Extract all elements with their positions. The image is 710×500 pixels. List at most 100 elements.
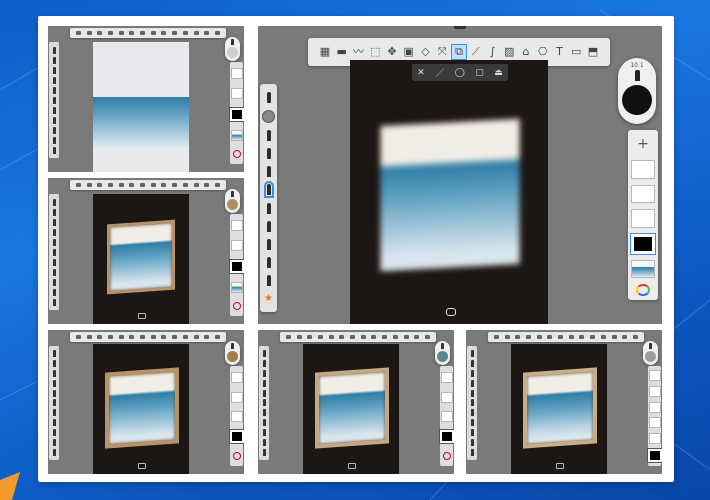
color-wheel-icon[interactable]: [636, 284, 650, 296]
eraser-icon[interactable]: ◇: [419, 45, 433, 59]
main-drawing-canvas[interactable]: [350, 60, 548, 324]
layer-thumbnail-selected[interactable]: [229, 107, 244, 121]
layer-thumbnail-selected[interactable]: [631, 234, 655, 254]
layer-thumbnail[interactable]: [440, 391, 453, 403]
ruler-icon[interactable]: ▬: [335, 45, 349, 59]
layer-thumbnail[interactable]: [648, 417, 661, 429]
layer-thumbnail[interactable]: [648, 370, 661, 382]
color-swatch[interactable]: [227, 47, 238, 58]
selected-brush-icon[interactable]: [263, 181, 274, 199]
polygon-icon[interactable]: ⏏: [494, 68, 503, 78]
layer-thumbnail[interactable]: [631, 209, 655, 229]
layer-thumbnail[interactable]: [440, 410, 453, 422]
layers-panel[interactable]: [439, 366, 454, 466]
brush-toolbar[interactable]: [467, 346, 477, 460]
layer-thumbnail[interactable]: [631, 160, 655, 179]
top-toolbar[interactable]: [70, 180, 226, 190]
layer-thumbnail[interactable]: [230, 220, 243, 232]
color-wheel-icon[interactable]: [232, 451, 241, 460]
pen-brush-icon[interactable]: [266, 148, 271, 160]
pencil-brush-icon[interactable]: [266, 91, 271, 103]
current-color-swatch[interactable]: [622, 85, 652, 115]
brush-puck[interactable]: [225, 341, 240, 365]
layer-thumbnail[interactable]: [230, 240, 243, 252]
symmetry-icon[interactable]: ⧉: [451, 44, 467, 60]
drawing-canvas[interactable]: [93, 344, 189, 474]
ink-brush-icon[interactable]: [266, 238, 271, 250]
color-wheel-icon[interactable]: [232, 301, 241, 310]
brush-stroke-icon[interactable]: 〰: [352, 45, 366, 59]
layer-thumbnail[interactable]: [230, 88, 243, 100]
shape-sub-toolbar[interactable]: ✕ ／ ◯ ▢ ⏏: [412, 64, 508, 81]
image-icon[interactable]: ▨: [502, 45, 516, 59]
fullscreen-icon[interactable]: ⬒: [586, 45, 600, 59]
brush-toolbar[interactable]: [49, 42, 59, 158]
color-swatch[interactable]: [227, 199, 238, 210]
move-icon[interactable]: ✥: [385, 45, 399, 59]
brush-toolbar[interactable]: [259, 346, 269, 460]
video-icon[interactable]: ▭: [569, 45, 583, 59]
drawing-canvas[interactable]: [93, 42, 189, 172]
smudge-brush-icon[interactable]: [266, 256, 271, 268]
layer-thumbnail[interactable]: [648, 401, 661, 413]
airbrush-icon[interactable]: [266, 166, 271, 178]
brush-toolbar[interactable]: [49, 194, 59, 310]
stamp-icon[interactable]: ⎔: [536, 45, 550, 59]
line-icon[interactable]: ／: [435, 66, 444, 79]
layer-thumbnail[interactable]: [230, 410, 243, 422]
favorite-star-icon[interactable]: ★: [264, 293, 273, 304]
top-toolbar[interactable]: [70, 332, 226, 342]
paint-brush-icon[interactable]: [266, 202, 271, 214]
add-layer-button[interactable]: +: [628, 134, 658, 154]
layer-thumbnail-selected[interactable]: [439, 430, 454, 444]
top-toolbar[interactable]: [280, 332, 436, 342]
grid-icon[interactable]: ▦: [318, 45, 332, 59]
color-swatch[interactable]: [437, 351, 448, 362]
layer-thumbnail[interactable]: [631, 184, 655, 204]
color-swatch[interactable]: [645, 351, 656, 362]
layers-panel[interactable]: +: [628, 130, 658, 300]
top-toolbar[interactable]: [70, 28, 226, 38]
color-swatch[interactable]: [227, 351, 238, 362]
brush-puck[interactable]: [225, 37, 240, 61]
drawing-canvas[interactable]: [511, 344, 607, 474]
drawing-canvas[interactable]: [303, 344, 399, 474]
brush-toolbar[interactable]: [49, 346, 59, 460]
rectangle-icon[interactable]: ▢: [475, 68, 484, 78]
color-puck-mini[interactable]: [262, 109, 275, 123]
text-icon[interactable]: T: [553, 45, 567, 59]
layer-thumbnail[interactable]: [230, 281, 243, 293]
select-icon[interactable]: ⬚: [368, 45, 382, 59]
eraser-brush-icon[interactable]: [266, 275, 271, 287]
color-wheel-icon[interactable]: [232, 149, 241, 158]
copy-icon[interactable]: ▣: [402, 45, 416, 59]
layers-panel[interactable]: [229, 214, 244, 316]
perspective-icon[interactable]: ⌂: [519, 45, 533, 59]
layer-thumbnail[interactable]: [230, 68, 243, 80]
layers-panel[interactable]: [229, 366, 244, 466]
layers-panel[interactable]: [229, 62, 244, 164]
brush-puck[interactable]: 10.1: [618, 58, 656, 124]
brush-puck[interactable]: [225, 189, 240, 213]
close-icon[interactable]: ✕: [417, 68, 425, 78]
brush-library-toolbar[interactable]: ★: [260, 84, 277, 312]
ellipse-icon[interactable]: ◯: [455, 68, 465, 78]
brush-puck[interactable]: [643, 341, 658, 365]
layer-thumbnail[interactable]: [648, 385, 661, 397]
layer-thumbnail[interactable]: [230, 372, 243, 384]
layer-thumbnail-selected[interactable]: [229, 430, 244, 444]
layer-thumbnail[interactable]: [440, 372, 453, 384]
drawing-canvas[interactable]: [93, 194, 189, 324]
layers-panel[interactable]: [647, 366, 662, 466]
distort-icon[interactable]: ⤧: [435, 45, 449, 59]
transform-icon[interactable]: ⟋: [469, 45, 483, 59]
layer-thumbnail-selected[interactable]: [229, 259, 244, 273]
top-toolbar[interactable]: [488, 332, 644, 342]
layer-thumbnail-selected[interactable]: [647, 448, 662, 462]
layer-thumbnail[interactable]: [230, 391, 243, 403]
layer-thumbnail[interactable]: [631, 259, 655, 279]
color-wheel-icon[interactable]: [442, 451, 451, 460]
chisel-brush-icon[interactable]: [266, 220, 271, 232]
top-handle[interactable]: [454, 26, 466, 29]
curve-icon[interactable]: ∫: [486, 45, 500, 59]
